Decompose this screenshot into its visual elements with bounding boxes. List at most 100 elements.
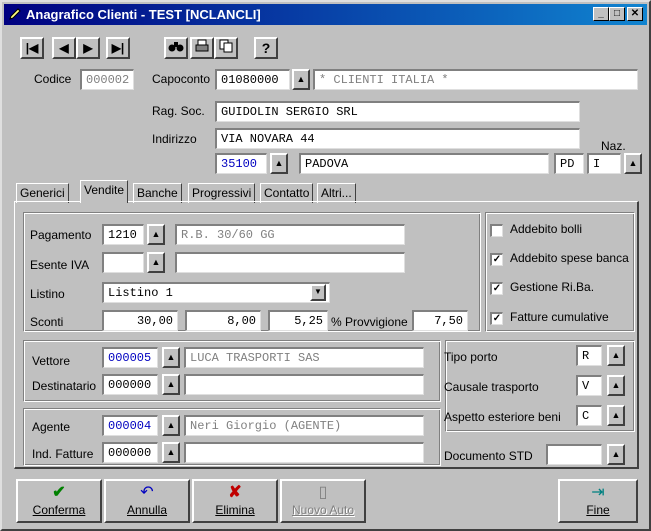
title-bar[interactable]: Anagrafico Clienti - TEST [NCLANCLI] _ □… xyxy=(4,4,647,25)
cap-lookup-button[interactable]: ▲ xyxy=(270,153,288,174)
nazione-lookup-button[interactable]: ▲ xyxy=(624,153,642,174)
destinatario-description[interactable] xyxy=(184,374,424,395)
checkmark-icon: ✓ xyxy=(492,254,502,265)
codice-field[interactable]: 000002 xyxy=(80,69,134,90)
vettore-code-field[interactable]: 000005 xyxy=(102,347,158,368)
arrow-up-icon: ▲ xyxy=(166,447,176,457)
prev-record-button[interactable]: ◀ xyxy=(52,37,76,59)
arrow-up-icon: ▲ xyxy=(611,380,621,390)
fatture-cumulative-checkbox[interactable]: ✓ xyxy=(490,312,503,325)
arrow-up-icon: ▲ xyxy=(274,158,284,168)
tab-vendite[interactable]: Vendite xyxy=(80,180,129,203)
arrow-up-icon: ▲ xyxy=(628,158,638,168)
agente-lookup-button[interactable]: ▲ xyxy=(162,415,180,436)
ind-fatture-description[interactable] xyxy=(184,442,424,463)
listino-dropdown-button[interactable]: ▼ xyxy=(310,284,326,301)
close-button[interactable]: ✕ xyxy=(627,7,643,21)
annulla-button[interactable]: ↶ Annulla xyxy=(104,479,190,523)
addebito-bolli-checkbox[interactable] xyxy=(490,224,503,237)
new-document-icon: ▯ xyxy=(318,484,328,501)
tipo-porto-lookup-button[interactable]: ▲ xyxy=(607,345,625,366)
sconti-label: Sconti xyxy=(30,315,64,329)
destinatario-code-field[interactable]: 000000 xyxy=(102,374,158,395)
ragsoc-label: Rag. Soc. xyxy=(152,104,205,118)
documento-std-field[interactable] xyxy=(546,444,602,465)
fine-button[interactable]: ⇥ Fine xyxy=(558,479,638,523)
capoconto-lookup-button[interactable]: ▲ xyxy=(292,69,310,90)
pagamento-description: R.B. 30/60 GG xyxy=(175,224,405,245)
print-button[interactable] xyxy=(190,37,214,59)
window-title: Anagrafico Clienti - TEST [NCLANCLI] xyxy=(26,7,261,22)
pagamento-code-field[interactable]: 1210 xyxy=(102,224,144,245)
provincia-field[interactable]: PD xyxy=(554,153,584,174)
vettore-lookup-button[interactable]: ▲ xyxy=(162,347,180,368)
gestione-riba-checkbox[interactable]: ✓ xyxy=(490,282,503,295)
provvigione-field[interactable]: 7,50 xyxy=(412,310,468,331)
sconto3-field[interactable]: 5,25 xyxy=(268,310,328,331)
pagamento-label: Pagamento xyxy=(30,228,92,242)
addebito-spese-banca-checkbox[interactable]: ✓ xyxy=(490,253,503,266)
delete-icon: ✘ xyxy=(228,484,242,501)
main-window: Anagrafico Clienti - TEST [NCLANCLI] _ □… xyxy=(0,0,651,531)
arrow-up-icon: ▲ xyxy=(611,350,621,360)
cap-field[interactable]: 35100 xyxy=(215,153,267,174)
listino-select[interactable]: Listino 1 xyxy=(102,282,330,303)
arrow-up-icon: ▲ xyxy=(611,449,621,459)
fatture-cumulative-label: Fatture cumulative xyxy=(510,310,609,324)
help-button[interactable]: ? xyxy=(254,37,278,59)
maximize-button[interactable]: □ xyxy=(609,7,625,21)
chevron-down-icon: ▼ xyxy=(314,287,322,296)
ragsoc-field[interactable]: GUIDOLIN SERGIO SRL xyxy=(215,101,580,122)
tab-contatto[interactable]: Contatto xyxy=(260,183,314,203)
arrow-up-icon: ▲ xyxy=(296,74,306,84)
codice-label: Codice xyxy=(34,72,72,86)
esente-iva-code-field[interactable] xyxy=(102,252,144,273)
minimize-button[interactable]: _ xyxy=(593,7,609,21)
esente-iva-lookup-button[interactable]: ▲ xyxy=(147,252,165,273)
first-record-button[interactable]: |◀ xyxy=(20,37,44,59)
causale-trasporto-lookup-button[interactable]: ▲ xyxy=(607,375,625,396)
arrow-up-icon: ▲ xyxy=(166,420,176,430)
conferma-button[interactable]: ✔ Conferma xyxy=(16,479,102,523)
copy-button[interactable] xyxy=(214,37,238,59)
gestione-riba-label: Gestione Ri.Ba. xyxy=(510,280,595,294)
ind-fatture-lookup-button[interactable]: ▲ xyxy=(162,442,180,463)
aspetto-beni-lookup-button[interactable]: ▲ xyxy=(607,405,625,426)
nazione-field[interactable]: I xyxy=(587,153,621,174)
elimina-button[interactable]: ✘ Elimina xyxy=(192,479,278,523)
binoculars-icon xyxy=(168,42,184,56)
tab-generici[interactable]: Generici xyxy=(16,183,69,203)
copy-icon xyxy=(218,39,234,56)
last-record-button[interactable]: ▶| xyxy=(106,37,130,59)
citta-field[interactable]: PADOVA xyxy=(299,153,549,174)
ind-fatture-label: Ind. Fatture xyxy=(32,447,94,461)
exit-door-icon: ⇥ xyxy=(591,484,605,501)
tipo-porto-field[interactable]: R xyxy=(576,345,602,366)
capoconto-label: Capoconto xyxy=(152,72,211,86)
pagamento-lookup-button[interactable]: ▲ xyxy=(147,224,165,245)
tab-progressivi[interactable]: Progressivi xyxy=(188,183,256,203)
agente-label: Agente xyxy=(32,420,71,434)
aspetto-beni-field[interactable]: C xyxy=(576,405,602,426)
sconto2-field[interactable]: 8,00 xyxy=(185,310,261,331)
checkmark-icon: ✓ xyxy=(492,283,502,294)
nuovo-auto-button[interactable]: ▯ Nuovo Auto xyxy=(280,479,366,523)
capoconto-field[interactable]: 01080000 xyxy=(215,69,290,90)
documento-std-lookup-button[interactable]: ▲ xyxy=(607,444,625,465)
destinatario-lookup-button[interactable]: ▲ xyxy=(162,374,180,395)
esente-iva-label: Esente IVA xyxy=(30,258,90,272)
tab-banche[interactable]: Banche xyxy=(133,183,182,203)
causale-trasporto-field[interactable]: V xyxy=(576,375,602,396)
ind-fatture-code-field[interactable]: 000000 xyxy=(102,442,158,463)
tab-altri[interactable]: Altri... xyxy=(317,183,356,203)
addebito-bolli-label: Addebito bolli xyxy=(510,222,583,236)
indirizzo-field[interactable]: VIA NOVARA 44 xyxy=(215,128,580,149)
agente-code-field[interactable]: 000004 xyxy=(102,415,158,436)
search-button[interactable] xyxy=(164,37,188,59)
sconto1-field[interactable]: 30,00 xyxy=(102,310,178,331)
undo-icon: ↶ xyxy=(140,484,154,501)
arrow-up-icon: ▲ xyxy=(611,410,621,420)
next-record-button[interactable]: ▶ xyxy=(76,37,100,59)
checkmark-icon: ✔ xyxy=(52,484,66,501)
esente-iva-description xyxy=(175,252,405,273)
